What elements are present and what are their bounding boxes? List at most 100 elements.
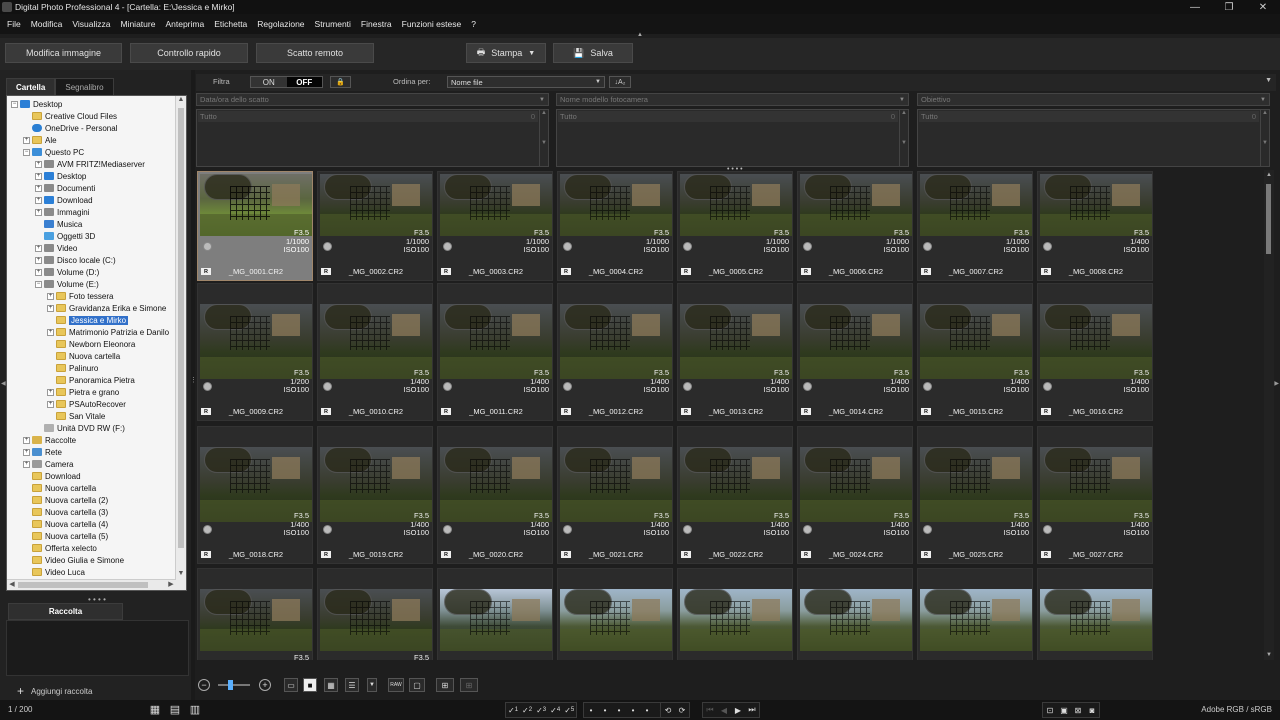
sort-order-button[interactable]: ↓A₂: [609, 76, 631, 88]
tree-item[interactable]: + Ale: [23, 134, 57, 146]
print-dropdown-icon[interactable]: ▼: [528, 50, 535, 57]
check-mark-icon[interactable]: [563, 242, 572, 251]
scroll-left-icon[interactable]: ◀: [7, 580, 17, 588]
thumbnail-tile[interactable]: [797, 568, 913, 660]
first-image-icon[interactable]: ⏮: [703, 703, 717, 717]
collapse-icon[interactable]: −: [35, 280, 42, 288]
tree-item[interactable]: Nuova cartella: [47, 350, 120, 362]
expand-filter-icon[interactable]: ▼: [1265, 77, 1272, 84]
tree-item[interactable]: + Video: [35, 242, 77, 254]
expand-icon[interactable]: +: [23, 136, 30, 144]
filter-camera-all-item[interactable]: Tutto 0: [558, 111, 898, 122]
tree-item[interactable]: Video Giulia e Simone: [23, 554, 124, 566]
tree-item[interactable]: − Questo PC: [23, 146, 84, 158]
sort-select[interactable]: Nome file ▼: [447, 76, 605, 88]
thumbnail-tile[interactable]: F3.5 1/400 ISO100 R _MG_0016.CR2: [1037, 283, 1153, 421]
thumbnail-tile[interactable]: F3.5 1/400 ISO100 R _MG_0025.CR2: [917, 426, 1033, 564]
tree-item[interactable]: Unità DVD RW (F:): [35, 422, 125, 434]
filter-date-all-item[interactable]: Tutto 0: [198, 111, 538, 122]
next-image-icon[interactable]: ▶: [731, 703, 745, 717]
thumb-list-icon[interactable]: ☰: [345, 678, 359, 692]
thumbnail-tile[interactable]: F3.5: [197, 568, 313, 660]
tree-item[interactable]: − Volume (E:): [35, 278, 99, 290]
expand-icon[interactable]: +: [47, 388, 54, 396]
last-image-icon[interactable]: ⏭: [745, 703, 759, 717]
thumbnail-tile[interactable]: F3.5 1/400 ISO100 R _MG_0008.CR2: [1037, 171, 1153, 281]
menu-anteprima[interactable]: Anteprima: [160, 19, 209, 29]
rotate-left-icon[interactable]: ⟲: [661, 703, 675, 717]
tree-item[interactable]: Offerta xelecto: [23, 542, 97, 554]
filter-off-button[interactable]: OFF: [286, 77, 322, 87]
layout-column-icon[interactable]: ▥: [188, 703, 202, 716]
check-mark-icon[interactable]: [1043, 382, 1052, 391]
layout-split-icon[interactable]: ▤: [168, 703, 182, 716]
filter-toggle[interactable]: ON OFF: [250, 76, 323, 88]
check-mark-icon[interactable]: [923, 382, 932, 391]
check-mark-icon[interactable]: [443, 525, 452, 534]
thumbnail-tile[interactable]: F3.5 1/400 ISO100 R _MG_0010.CR2: [317, 283, 433, 421]
thumb-medium-icon[interactable]: ■: [303, 678, 317, 692]
tree-item[interactable]: + Gravidanza Erika e Simone: [47, 302, 166, 314]
tree-item[interactable]: OneDrive - Personal: [23, 122, 117, 134]
thumbnail-tile[interactable]: F3.5 1/1000 ISO100 R _MG_0006.CR2: [797, 171, 913, 281]
tree-item[interactable]: + Foto tessera: [47, 290, 113, 302]
check-mark-icon[interactable]: [563, 525, 572, 534]
scrollbar-thumb[interactable]: [178, 108, 184, 548]
filter-lens-select[interactable]: Obiettivo ▼: [917, 93, 1270, 106]
tree-item[interactable]: Nuova cartella (3): [23, 506, 108, 518]
tree-item[interactable]: + Download: [35, 194, 93, 206]
tree-item[interactable]: − Desktop: [11, 98, 62, 110]
tree-item[interactable]: Nuova cartella (2): [23, 494, 108, 506]
tree-item[interactable]: Palinuro: [47, 362, 98, 374]
thumbnail-size-slider[interactable]: [218, 680, 250, 690]
grid-2x2-icon[interactable]: ⊞: [436, 678, 454, 692]
filter-camera-select[interactable]: Nome modello fotocamera ▼: [556, 93, 909, 106]
zoom-out-icon[interactable]: −: [198, 679, 210, 691]
expand-icon[interactable]: +: [23, 460, 30, 468]
star-5-icon[interactable]: •: [640, 703, 654, 717]
thumbnail-tile[interactable]: F3.5 1/1000 ISO100 R _MG_0001.CR2: [197, 171, 313, 281]
menu-funzioni-estese[interactable]: Funzioni estese: [397, 19, 467, 29]
camera-panel-icon[interactable]: ◙: [1085, 703, 1099, 717]
rating-3-button[interactable]: ✓ 3: [534, 703, 548, 717]
menu-visualizza[interactable]: Visualizza: [67, 19, 115, 29]
check-mark-icon[interactable]: [1043, 242, 1052, 251]
check-mark-icon[interactable]: [203, 242, 212, 251]
expand-icon[interactable]: +: [35, 172, 42, 180]
scrollbar-thumb[interactable]: [18, 582, 148, 588]
scroll-right-icon[interactable]: ▶: [166, 580, 176, 588]
crop-panel-icon[interactable]: ⊠: [1071, 703, 1085, 717]
tree-item[interactable]: + PSAutoRecover: [47, 398, 126, 410]
menu-etichetta[interactable]: Etichetta: [209, 19, 252, 29]
scroll-up-icon[interactable]: ▲: [176, 96, 186, 106]
tree-item[interactable]: + Immagini: [35, 206, 89, 218]
frame-toggle-icon[interactable]: ▢: [409, 678, 425, 692]
collapse-left-icon[interactable]: ◀: [1, 380, 6, 387]
thumbnail-tile[interactable]: F3.5 1/400 ISO100 R _MG_0021.CR2: [557, 426, 673, 564]
expand-icon[interactable]: +: [47, 400, 54, 408]
tree-item[interactable]: + Matrimonio Patrizia e Danilo: [47, 326, 169, 338]
grid-scrollbar[interactable]: ▲ ▼: [1264, 170, 1274, 660]
check-mark-icon[interactable]: [203, 382, 212, 391]
expand-icon[interactable]: +: [47, 304, 54, 312]
tab-bookmark[interactable]: Segnalibro: [55, 78, 114, 95]
check-mark-icon[interactable]: [803, 382, 812, 391]
scroll-up-icon[interactable]: ▲: [1264, 172, 1274, 178]
collapse-right-icon[interactable]: ▶: [1274, 380, 1279, 387]
scroll-down-icon[interactable]: ▼: [1264, 652, 1274, 658]
thumb-grid-icon[interactable]: ▦: [324, 678, 338, 692]
tree-item[interactable]: + Pietra e grano: [47, 386, 119, 398]
thumbnail-tile[interactable]: F3.5 1/1000 ISO100 R _MG_0005.CR2: [677, 171, 793, 281]
tree-horizontal-scrollbar[interactable]: ◀ ▶: [7, 579, 176, 590]
expand-icon[interactable]: +: [35, 256, 42, 264]
check-mark-icon[interactable]: [803, 525, 812, 534]
close-button[interactable]: ✕: [1246, 0, 1280, 14]
thumbnail-tile[interactable]: F3.5 1/200 ISO100 R _MG_0009.CR2: [197, 283, 313, 421]
tree-item[interactable]: Download: [23, 470, 81, 482]
filter-date-select[interactable]: Data/ora dello scatto ▼: [196, 93, 549, 106]
check-mark-icon[interactable]: [683, 382, 692, 391]
tree-item[interactable]: Nuova cartella: [23, 482, 96, 494]
thumbnail-tile[interactable]: [1037, 568, 1153, 660]
tree-item[interactable]: + Documenti: [35, 182, 95, 194]
rating-5-button[interactable]: ✓ 5: [562, 703, 576, 717]
